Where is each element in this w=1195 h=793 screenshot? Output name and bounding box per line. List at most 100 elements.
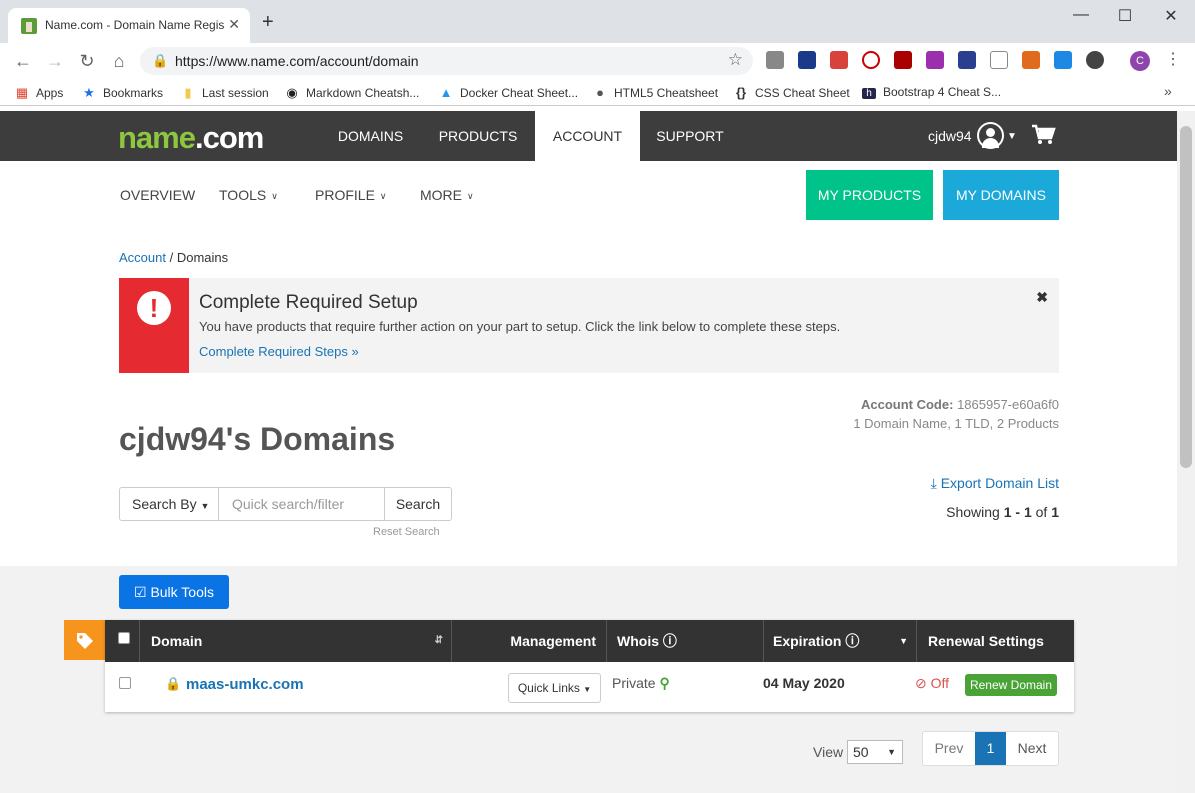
subnav-overview[interactable]: OVERVIEW — [120, 187, 195, 203]
bookmark-html5[interactable]: ● HTML5 Cheatsheet — [593, 85, 718, 100]
bookmark-last-session[interactable]: ▮ Last session — [181, 85, 268, 101]
quick-links-dropdown[interactable]: Quick Links ▼ — [508, 673, 601, 703]
caret-down-icon: ▼ — [200, 501, 210, 511]
browser-menu-icon[interactable]: ⋮ — [1165, 49, 1181, 69]
select-all-checkbox[interactable] — [118, 632, 130, 644]
row-checkbox[interactable] — [119, 677, 131, 689]
tab-title: Name.com - Domain Name Regis — [45, 18, 225, 32]
home-icon[interactable]: ⌂ — [108, 51, 130, 72]
extension-pdf-icon[interactable] — [830, 51, 848, 69]
minimize-icon[interactable]: — — [1071, 6, 1091, 24]
search-group: Search By ▼ Search — [119, 487, 452, 521]
bookmark-docker[interactable]: ▲ Docker Cheat Sheet... — [439, 85, 579, 100]
search-icon[interactable]: ⚲ — [659, 675, 669, 691]
info-icon[interactable]: ⓘ — [845, 633, 859, 649]
breadcrumb: Account / Domains — [119, 250, 229, 265]
site-logo[interactable]: name.com — [118, 120, 264, 156]
search-input[interactable] — [220, 488, 384, 520]
auto-renew-toggle[interactable]: ⊘ Off — [915, 675, 949, 692]
extension-css-icon[interactable] — [766, 51, 784, 69]
chevron-down-icon: ∨ — [379, 191, 387, 201]
new-tab-button[interactable]: + — [262, 12, 274, 32]
forward-icon[interactable]: → — [44, 51, 66, 72]
header-whois: Whois ⓘ — [607, 620, 764, 662]
header-expiration[interactable]: Expiration ⓘ ▼ — [764, 620, 917, 662]
breadcrumb-current: Domains — [176, 250, 229, 265]
bulk-tools-button[interactable]: ☑ Bulk Tools — [119, 575, 229, 609]
expiration-date: 04 May 2020 — [763, 675, 845, 691]
breadcrumb-account-link[interactable]: Account — [119, 250, 166, 265]
extension-ublock-icon[interactable] — [894, 51, 912, 69]
more-bookmarks-icon[interactable]: » — [1164, 83, 1172, 99]
apps-grid-icon: ▦ — [15, 85, 29, 100]
reset-search-link[interactable]: Reset Search — [373, 526, 440, 538]
bookmarks-bar: ▦ Apps ★ Bookmarks ▮ Last session ◉ Markdown… — [0, 79, 1195, 106]
cart-icon[interactable] — [1030, 122, 1056, 148]
caret-down-icon: ▼ — [899, 636, 908, 646]
close-alert-icon[interactable]: ✖ — [1036, 289, 1048, 306]
export-domain-list-link[interactable]: ⤓ Export Domain List — [860, 475, 1059, 492]
prev-page-button[interactable]: Prev — [923, 732, 975, 765]
bookmark-apps[interactable]: ▦ Apps — [15, 85, 64, 101]
subnav-tools[interactable]: TOOLS ∨ — [219, 187, 278, 203]
extension-zotero-icon[interactable] — [958, 51, 976, 69]
nav-products[interactable]: PRODUCTS — [428, 111, 528, 161]
close-tab-icon[interactable]: ✕ — [228, 16, 240, 33]
complete-steps-link[interactable]: Complete Required Steps » — [199, 344, 359, 359]
profile-avatar[interactable]: C — [1130, 51, 1150, 71]
maximize-icon[interactable]: ☐ — [1115, 6, 1135, 26]
bookmark-markdown[interactable]: ◉ Markdown Cheatsh... — [285, 85, 419, 101]
showing-count: Showing 1 - 1 of 1 — [946, 504, 1059, 520]
user-menu-caret-icon[interactable]: ▼ — [1007, 131, 1017, 142]
my-products-button[interactable]: MY PRODUCTS — [806, 170, 933, 220]
off-circle-icon: ⊘ — [915, 675, 927, 691]
bookmark-star-icon[interactable]: ☆ — [728, 50, 743, 70]
info-icon[interactable]: ⓘ — [663, 633, 677, 649]
extension-crab-icon[interactable] — [1022, 51, 1040, 69]
nav-support[interactable]: SUPPORT — [645, 111, 735, 161]
search-by-dropdown[interactable]: Search By ▼ — [120, 488, 219, 520]
chevron-down-icon: ∨ — [467, 191, 474, 201]
browser-tab[interactable]: Name.com - Domain Name Regis ✕ — [8, 8, 250, 43]
page-1-button[interactable]: 1 — [975, 732, 1006, 765]
download-icon: ⤓ — [930, 475, 937, 491]
table-header: Domain ⇵ Management Whois ⓘ Expiration ⓘ ▼… — [105, 620, 1074, 662]
bookmark-bootstrap[interactable]: h Bootstrap 4 Cheat S... — [862, 85, 1001, 99]
reload-icon[interactable]: ↻ — [76, 51, 98, 72]
back-icon[interactable]: ← — [12, 51, 34, 72]
extension-rp-icon[interactable] — [926, 51, 944, 69]
my-domains-button[interactable]: MY DOMAINS — [943, 170, 1059, 220]
extension-reader-icon[interactable] — [990, 51, 1008, 69]
hackr-icon: h — [862, 88, 876, 99]
alert-text: You have products that require further a… — [199, 319, 841, 334]
subnav-profile[interactable]: PROFILE ∨ — [315, 187, 387, 203]
tag-icon[interactable] — [64, 620, 105, 660]
user-avatar-icon[interactable] — [977, 122, 1004, 149]
extension-upload-icon[interactable] — [1054, 51, 1072, 69]
caret-down-icon: ▼ — [583, 685, 592, 694]
page-scrollbar[interactable] — [1177, 111, 1195, 793]
view-label: View — [813, 744, 844, 760]
window-close-icon[interactable]: ✕ — [1161, 6, 1181, 26]
address-bar[interactable]: 🔒 https://www.name.com/account/domain ☆ — [140, 47, 753, 75]
domain-link[interactable]: maas-umkc.com — [186, 676, 304, 693]
account-code: Account Code: 1865957-e60a6f0 — [860, 397, 1059, 412]
whois-value: Private ⚲ — [612, 675, 670, 691]
extension-dark-icon[interactable] — [1086, 51, 1104, 69]
nav-domains[interactable]: DOMAINS — [324, 111, 417, 161]
setup-alert: ! Complete Required Setup You have produ… — [119, 278, 1059, 373]
header-domain[interactable]: Domain ⇵ — [140, 620, 452, 662]
extension-norton-icon[interactable] — [798, 51, 816, 69]
nav-account[interactable]: ACCOUNT — [535, 111, 640, 161]
username[interactable]: cjdw94 — [928, 128, 972, 144]
search-button[interactable]: Search — [384, 488, 451, 520]
extension-block-icon[interactable] — [862, 51, 880, 69]
bookmark-bookmarks[interactable]: ★ Bookmarks — [82, 85, 163, 101]
renew-domain-button[interactable]: Renew Domain — [965, 674, 1057, 696]
per-page-select[interactable]: 50 ▼ — [847, 740, 903, 764]
next-page-button[interactable]: Next — [1006, 732, 1058, 765]
web-page: name.com DOMAINS PRODUCTS ACCOUNT SUPPOR… — [0, 111, 1177, 793]
braces-icon: {} — [735, 85, 747, 100]
bookmark-css[interactable]: {} CSS Cheat Sheet — [734, 85, 850, 100]
subnav-more[interactable]: MORE ∨ — [420, 187, 474, 203]
